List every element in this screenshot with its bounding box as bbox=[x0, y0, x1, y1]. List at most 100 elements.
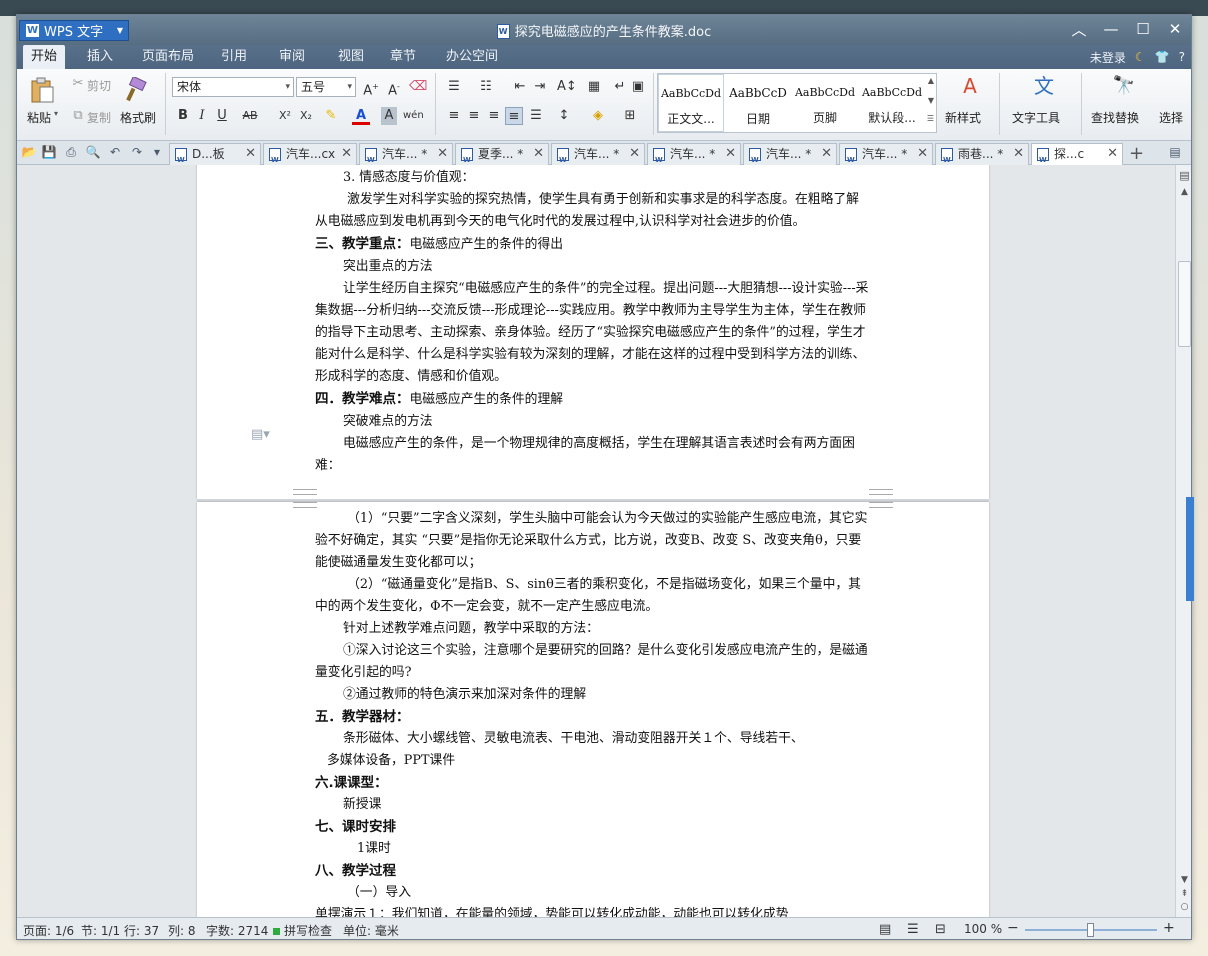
paragraph[interactable]: 针对上述教学难点问题，教学中采取的方法： bbox=[315, 618, 871, 640]
scroll-down-icon[interactable]: ▼ bbox=[1176, 875, 1191, 885]
close-tab-icon[interactable]: ✕ bbox=[437, 144, 448, 164]
grow-font-icon[interactable]: A+ bbox=[362, 78, 380, 98]
zoom-slider-thumb[interactable] bbox=[1087, 923, 1094, 937]
font-color-icon[interactable]: A bbox=[352, 107, 370, 125]
new-style-icon[interactable]: A bbox=[957, 76, 983, 96]
new-style-button[interactable]: 新样式 bbox=[945, 109, 981, 126]
paste-icon[interactable] bbox=[29, 77, 55, 103]
increase-indent-icon[interactable]: ⇥ bbox=[531, 78, 549, 96]
tab-references[interactable]: 引用 bbox=[213, 45, 255, 69]
page-view-icon[interactable]: ▤ bbox=[879, 922, 891, 937]
doc-tab[interactable]: 雨巷... * ✕ bbox=[935, 143, 1029, 165]
style-normal[interactable]: AaBbCcDd 正文文... bbox=[658, 74, 724, 132]
doc-tab[interactable]: 夏季... * ✕ bbox=[455, 143, 549, 165]
tab-page-layout[interactable]: 页面布局 bbox=[134, 45, 202, 69]
redo-icon[interactable]: ↷ bbox=[129, 144, 145, 160]
doc-tab[interactable]: D...板 ✕ bbox=[169, 143, 261, 165]
close-tab-icon[interactable]: ✕ bbox=[341, 144, 352, 164]
doc-tab[interactable]: 汽车... * ✕ bbox=[647, 143, 741, 165]
status-word-count[interactable]: 字数: 2714 bbox=[206, 922, 268, 939]
style-footer[interactable]: AaBbCcDd 页脚 bbox=[792, 74, 858, 132]
clear-format-icon[interactable]: ⌫ bbox=[409, 78, 427, 96]
close-tab-icon[interactable]: ✕ bbox=[533, 144, 544, 164]
paragraph[interactable]: （2）“磁通量变化”是指B、S、sinθ三者的乘积变化，不是指磁场变化，如果三个… bbox=[315, 574, 871, 618]
superscript-icon[interactable]: X² bbox=[276, 107, 294, 125]
shading-icon[interactable]: ◈ bbox=[589, 107, 607, 125]
paragraph[interactable]: 四．教学难点：电磁感应产生的条件的理解 bbox=[315, 388, 871, 411]
align-center-icon[interactable]: ≡ bbox=[465, 107, 483, 125]
close-tab-icon[interactable]: ✕ bbox=[917, 144, 928, 164]
style-date[interactable]: AaBbCcD 日期 bbox=[725, 74, 791, 132]
format-painter-button[interactable]: 格式刷 bbox=[120, 109, 156, 126]
outline-view-icon[interactable]: ☰ bbox=[907, 922, 919, 937]
text-tools-button[interactable]: 文字工具 bbox=[1012, 109, 1060, 126]
paragraph[interactable]: （1）“只要”二字含义深刻，学生头脑中可能会认为今天做过的实验能产生感应电流，其… bbox=[315, 508, 871, 574]
styles-scroll-down-icon[interactable]: ▼ bbox=[928, 96, 934, 105]
decrease-indent-icon[interactable]: ⇤ bbox=[511, 78, 529, 96]
close-tab-icon[interactable]: ✕ bbox=[245, 144, 256, 164]
login-status[interactable]: 未登录 bbox=[1090, 49, 1126, 66]
zoom-in-icon[interactable]: + bbox=[1163, 920, 1175, 936]
paragraph[interactable]: （一）导入 bbox=[315, 882, 871, 904]
heading[interactable]: 六.课课型： bbox=[315, 772, 871, 794]
align-right-icon[interactable]: ≡ bbox=[485, 107, 503, 125]
paragraph[interactable]: ①深入讨论这三个实验，注意哪个是要研究的回路？是什么变化引发感应电流产生的，是磁… bbox=[315, 640, 871, 684]
styles-more-icon[interactable]: ☰ bbox=[927, 114, 934, 123]
doc-tab[interactable]: 汽车... * ✕ bbox=[359, 143, 453, 165]
style-default-paragraph[interactable]: AaBbCcDd 默认段... bbox=[859, 74, 925, 132]
copy-icon[interactable]: ⧉ bbox=[69, 107, 87, 125]
close-icon[interactable]: ✕ bbox=[1159, 15, 1191, 43]
status-spell-check[interactable]: 拼写检查 bbox=[273, 922, 332, 939]
paragraph[interactable]: 单摆演示１：我们知道，在能量的领域，势能可以转化成动能，动能也可以转化成势 bbox=[315, 904, 871, 917]
cut-icon[interactable]: ✂ bbox=[69, 75, 87, 93]
show-hide-icon[interactable]: ▣ bbox=[629, 78, 647, 96]
status-section[interactable]: 节: 1/1 bbox=[81, 922, 120, 939]
chevron-down-icon[interactable]: ▾ bbox=[54, 109, 58, 118]
char-shading-icon[interactable]: A bbox=[381, 107, 397, 125]
tab-list-icon[interactable]: ▤ bbox=[1167, 144, 1183, 160]
tab-chapter[interactable]: 章节 bbox=[382, 45, 424, 69]
scroll-up-icon[interactable]: ▲ bbox=[1176, 187, 1191, 197]
phonetic-guide-icon[interactable]: wén bbox=[403, 107, 424, 125]
zoom-level[interactable]: 100 % bbox=[964, 922, 1002, 936]
close-tab-icon[interactable]: ✕ bbox=[1107, 144, 1118, 164]
bold-icon[interactable]: B bbox=[174, 107, 192, 125]
numbered-list-icon[interactable]: ☷ bbox=[477, 78, 495, 96]
document-workspace[interactable]: 3. 情感态度与价值观： 激发学生对科学实验的探究热情，使学生具有勇于创新和实事… bbox=[17, 165, 1175, 917]
line-spacing-icon[interactable]: ↕ bbox=[555, 107, 573, 125]
bullet-list-icon[interactable]: ☰ bbox=[445, 78, 463, 96]
paragraph[interactable]: 新授课 bbox=[315, 794, 871, 816]
close-tab-icon[interactable]: ✕ bbox=[629, 144, 640, 164]
page-layout-icon[interactable]: ▤ bbox=[1176, 169, 1191, 182]
strikethrough-icon[interactable]: AB bbox=[241, 107, 259, 125]
open-icon[interactable]: 📂 bbox=[21, 144, 37, 160]
tab-insert[interactable]: 插入 bbox=[79, 45, 121, 69]
text-tools-icon[interactable]: 文 bbox=[1031, 76, 1057, 96]
skin-icon[interactable]: 👕 bbox=[1155, 50, 1170, 64]
paragraph[interactable]: 激发学生对科学实验的探究热情，使学生具有勇于创新和实事求是的科学态度。在粗略了解… bbox=[315, 189, 871, 233]
close-tab-icon[interactable]: ✕ bbox=[1013, 144, 1024, 164]
document-page-2[interactable]: （1）“只要”二字含义深刻，学生头脑中可能会认为今天做过的实验能产生感应电流，其… bbox=[197, 502, 989, 917]
underline-icon[interactable]: U bbox=[213, 107, 231, 125]
heading[interactable]: 七、课时安排 bbox=[315, 816, 871, 838]
close-tab-icon[interactable]: ✕ bbox=[725, 144, 736, 164]
paste-button[interactable]: 粘贴 bbox=[27, 109, 51, 126]
tab-view[interactable]: 视图 bbox=[330, 45, 372, 69]
justify-icon[interactable]: ≡ bbox=[505, 107, 523, 125]
doc-tab[interactable]: 汽车... * ✕ bbox=[551, 143, 645, 165]
paragraph[interactable]: 电磁感应产生的条件，是一个物理规律的高度概括，学生在理解其语言表述时会有两方面困… bbox=[315, 433, 871, 477]
italic-icon[interactable]: I bbox=[193, 107, 211, 125]
paragraph[interactable]: 条形磁体、大小螺线管、灵敏电流表、干电池、滑动变阻器开关１个、导线若干、 bbox=[315, 728, 871, 750]
cut-button[interactable]: 剪切 bbox=[87, 77, 111, 94]
undo-icon[interactable]: ↶ bbox=[107, 144, 123, 160]
shrink-font-icon[interactable]: A- bbox=[385, 78, 403, 98]
font-name-select[interactable]: 宋体 bbox=[172, 77, 294, 97]
font-size-select[interactable]: 五号 bbox=[296, 77, 356, 97]
table-icon[interactable]: ▦ bbox=[585, 78, 603, 96]
print-preview-icon[interactable]: 🔍 bbox=[85, 144, 101, 160]
subscript-icon[interactable]: X₂ bbox=[297, 107, 315, 125]
find-replace-button[interactable]: 查找替换 bbox=[1091, 109, 1139, 126]
tab-home[interactable]: 开始 bbox=[23, 45, 66, 69]
collapse-ribbon-icon[interactable]: ︿ bbox=[1063, 15, 1095, 43]
distribute-icon[interactable]: ☰ bbox=[527, 107, 545, 125]
